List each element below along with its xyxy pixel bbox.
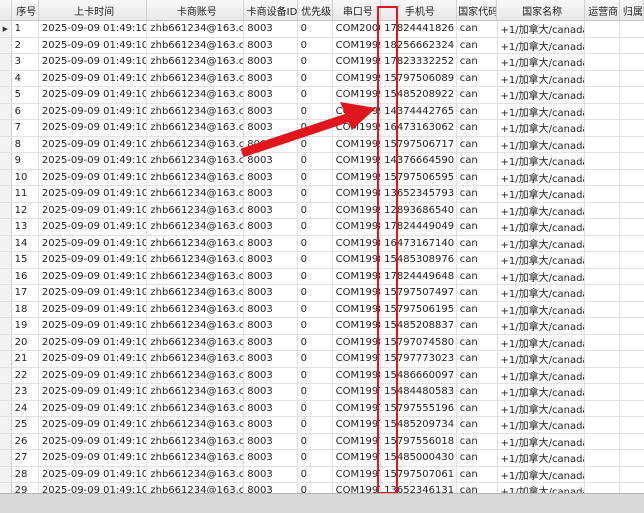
red-arrow-icon (240, 102, 376, 158)
status-bar (0, 493, 644, 513)
